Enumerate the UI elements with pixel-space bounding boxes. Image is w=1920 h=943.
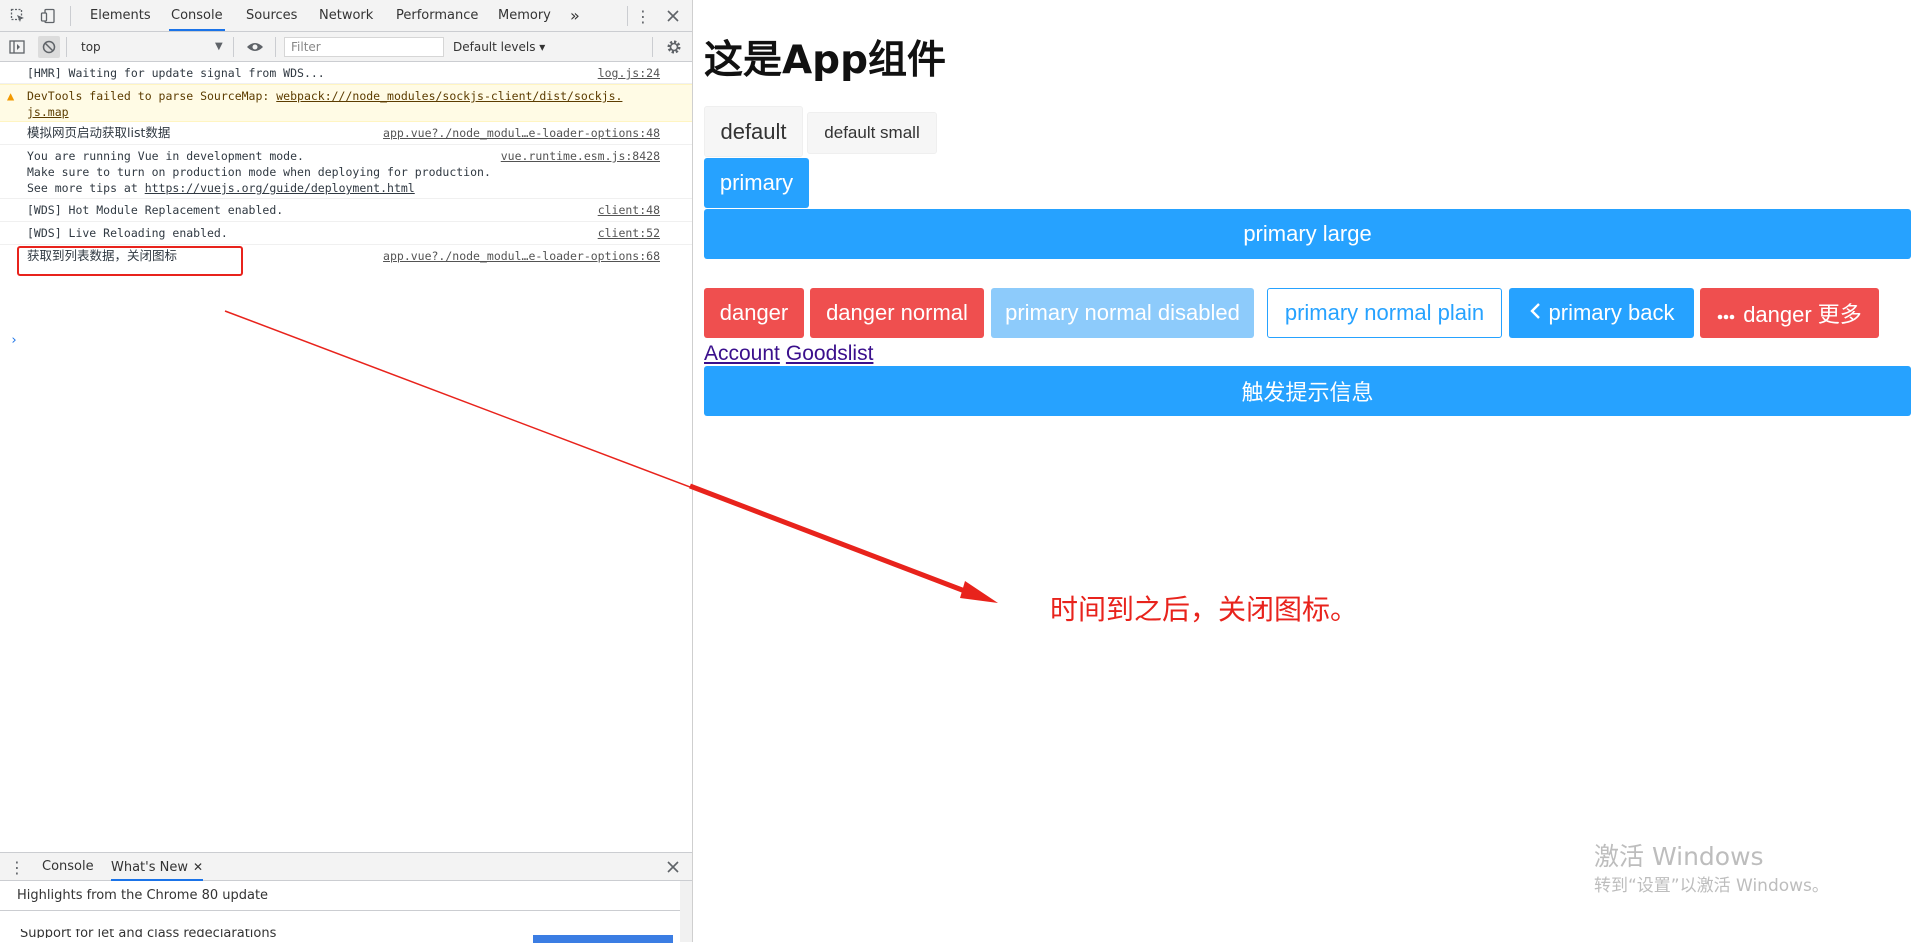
message-text: [HMR] Waiting for update signal from WDS… — [27, 66, 325, 80]
drawer-tab-console[interactable]: Console — [42, 853, 94, 881]
drawer-scrollbar[interactable] — [680, 881, 692, 942]
warning-text: DevTools failed to parse SourceMap: — [27, 89, 277, 103]
live-expression-eye-icon[interactable] — [245, 37, 265, 57]
console-warning: ▲ DevTools failed to parse SourceMap: we… — [0, 84, 692, 122]
message-source-link[interactable]: client:52 — [598, 225, 660, 241]
console-messages: [HMR] Waiting for update signal from WDS… — [0, 62, 692, 852]
toolbar-divider-4 — [652, 37, 653, 57]
console-prompt[interactable]: › — [10, 333, 18, 348]
router-links: Account Goodslist — [704, 342, 879, 366]
more-dots-icon — [1717, 302, 1735, 324]
context-selector[interactable]: top — [81, 36, 101, 58]
trigger-toast-button[interactable]: 触发提示信息 — [704, 366, 1911, 416]
device-toolbar-icon[interactable] — [38, 6, 58, 26]
more-tabs-button[interactable]: » — [568, 0, 582, 31]
tabbar-divider — [70, 6, 71, 26]
console-settings-gear-icon[interactable] — [664, 37, 684, 57]
primary-normal-disabled-button: primary normal disabled — [991, 288, 1254, 338]
danger-more-label: danger 更多 — [1743, 302, 1862, 327]
vue-docs-link[interactable]: https://vuejs.org/guide/deployment.html — [145, 181, 415, 195]
highlight-box — [17, 246, 243, 276]
devtools-tabbar: Elements Console Sources Network Perform… — [0, 0, 692, 32]
sourcemap-link[interactable]: webpack:///node_modules/sockjs-client/di… — [276, 89, 622, 103]
tab-memory[interactable]: Memory — [496, 0, 553, 31]
primary-button[interactable]: primary — [704, 158, 809, 208]
console-message: [WDS] Live Reloading enabled. client:52 — [0, 222, 692, 245]
toolbar-divider-3 — [275, 37, 276, 57]
danger-normal-button[interactable]: danger normal — [810, 288, 984, 338]
message-line-3: See more tips at — [27, 181, 145, 195]
devtools-panel: Elements Console Sources Network Perform… — [0, 0, 693, 943]
sourcemap-link-cont[interactable]: js.map — [27, 105, 69, 119]
filter-input[interactable] — [284, 37, 444, 57]
default-small-button[interactable]: default small — [807, 112, 937, 154]
console-message: 模拟网页启动获取list数据 app.vue?./node_modul…e-lo… — [0, 122, 692, 145]
primary-back-label: primary back — [1548, 300, 1675, 325]
windows-activation-hint: 转到“设置”以激活 Windows。 — [1594, 876, 1829, 896]
message-source-link[interactable]: vue.runtime.esm.js:8428 — [501, 148, 660, 164]
drawer-tabbar: ⋮ Console What's New ✕ — [0, 852, 692, 881]
drawer-tab-whats-new[interactable]: What's New ✕ — [111, 853, 204, 881]
clear-console-icon[interactable] — [38, 36, 60, 58]
show-sidebar-icon[interactable] — [7, 37, 27, 57]
whats-new-item-text: Support for let and class redeclarations — [20, 929, 277, 938]
tab-sources[interactable]: Sources — [244, 0, 299, 31]
close-tab-icon[interactable]: ✕ — [193, 860, 203, 874]
tab-console[interactable]: Console — [169, 0, 225, 31]
account-link[interactable]: Account — [704, 342, 780, 365]
primary-large-button[interactable]: primary large — [704, 209, 1911, 259]
tab-elements[interactable]: Elements — [88, 0, 153, 31]
message-text: 模拟网页启动获取list数据 — [27, 125, 171, 140]
danger-button[interactable]: danger — [704, 288, 804, 338]
message-text: [WDS] Hot Module Replacement enabled. — [27, 203, 284, 217]
whats-new-panel: Highlights from the Chrome 80 update Sup… — [0, 881, 692, 943]
primary-back-button[interactable]: primary back — [1509, 288, 1694, 338]
console-message: [HMR] Waiting for update signal from WDS… — [0, 62, 692, 84]
message-line-2: Make sure to turn on production mode whe… — [27, 165, 491, 179]
goodslist-link[interactable]: Goodslist — [786, 342, 874, 365]
drawer-tab-label: What's New — [111, 860, 188, 875]
console-message: You are running Vue in development mode.… — [0, 145, 692, 199]
danger-more-button[interactable]: danger 更多 — [1700, 288, 1879, 338]
message-source-link[interactable]: log.js:24 — [598, 65, 660, 81]
drawer-menu-icon[interactable]: ⋮ — [7, 857, 27, 877]
kebab-menu-icon[interactable]: ⋮ — [633, 6, 653, 26]
console-toolbar: top ▼ Default levels ▾ — [0, 32, 692, 62]
log-levels-dropdown[interactable]: Default levels ▾ — [453, 36, 545, 58]
windows-activation-title: 激活 Windows — [1594, 842, 1764, 871]
chevron-left-icon — [1529, 302, 1541, 324]
close-devtools-icon[interactable] — [663, 6, 683, 26]
message-text: [WDS] Live Reloading enabled. — [27, 226, 228, 240]
console-message: [WDS] Hot Module Replacement enabled. cl… — [0, 199, 692, 222]
inspect-element-icon[interactable] — [8, 6, 28, 26]
tabbar-divider-2 — [627, 6, 628, 26]
tab-network[interactable]: Network — [317, 0, 375, 31]
message-source-link[interactable]: app.vue?./node_modul…e-loader-options:48 — [383, 125, 660, 141]
annotation-text: 时间到之后，关闭图标。 — [1050, 593, 1359, 626]
whats-new-item: Support for let and class redeclarations — [20, 929, 276, 938]
tab-performance[interactable]: Performance — [394, 0, 480, 31]
toolbar-divider-2 — [233, 37, 234, 57]
close-drawer-icon[interactable] — [663, 857, 683, 877]
toolbar-divider — [66, 37, 67, 57]
message-source-link[interactable]: app.vue?./node_modul…e-loader-options:68 — [383, 248, 660, 264]
primary-normal-plain-button[interactable]: primary normal plain — [1267, 288, 1502, 338]
app-page: 这是App组件 default default small primary pr… — [694, 0, 1920, 942]
context-dropdown-icon[interactable]: ▼ — [215, 36, 223, 58]
message-source-link[interactable]: client:48 — [598, 202, 660, 218]
warning-icon: ▲ — [7, 89, 15, 103]
whats-new-headline: Highlights from the Chrome 80 update — [0, 881, 680, 911]
message-line-1: You are running Vue in development mode. — [27, 149, 304, 163]
page-title: 这是App组件 — [704, 38, 947, 83]
default-button[interactable]: default — [704, 106, 803, 157]
